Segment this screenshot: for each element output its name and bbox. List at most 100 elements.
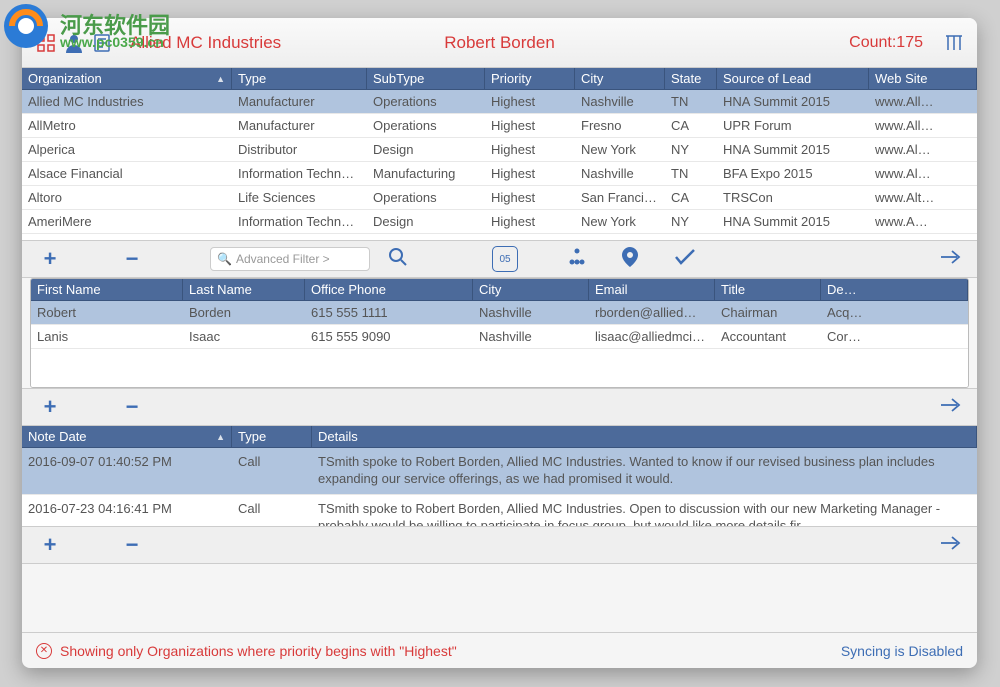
cell: www.Al… bbox=[869, 138, 977, 161]
filter-status-text: Showing only Organizations where priorit… bbox=[60, 643, 457, 659]
advanced-filter-input[interactable]: 🔍 Advanced Filter > bbox=[210, 247, 370, 271]
table-row[interactable]: 2016-09-07 01:40:52 PMCallTSmith spoke t… bbox=[22, 448, 977, 495]
cell: Alsace Financial bbox=[22, 162, 232, 185]
cell: Allied MC Industries bbox=[22, 90, 232, 113]
sort-asc-icon: ▲ bbox=[216, 74, 225, 84]
remove-button[interactable]: − bbox=[118, 246, 146, 272]
cell: BFA Expo 2015 bbox=[717, 162, 869, 185]
cell: Design bbox=[367, 138, 485, 161]
table-row[interactable]: Allied MC IndustriesManufacturerOperatio… bbox=[22, 90, 977, 114]
cell: Cor… bbox=[821, 325, 968, 348]
col-title[interactable]: Title bbox=[715, 279, 821, 300]
sort-asc-icon: ▲ bbox=[216, 432, 225, 442]
cell: CA bbox=[665, 186, 717, 209]
col-website[interactable]: Web Site bbox=[869, 68, 977, 89]
cell: Acq… bbox=[821, 301, 968, 324]
col-email[interactable]: Email bbox=[589, 279, 715, 300]
col-note-date[interactable]: Note Date▲ bbox=[22, 426, 232, 447]
note-details: TSmith spoke to Robert Borden, Allied MC… bbox=[312, 495, 977, 526]
cell: Highest bbox=[485, 210, 575, 233]
col-priority[interactable]: Priority bbox=[485, 68, 575, 89]
cell: www.A… bbox=[869, 210, 977, 233]
contacts-toolbar: + − 🔍 Advanced Filter > 05 bbox=[22, 240, 977, 278]
cell: www.All… bbox=[869, 114, 977, 137]
bottom-next-arrow-button[interactable] bbox=[939, 534, 963, 557]
cell: Highest bbox=[485, 90, 575, 113]
col-type[interactable]: Type bbox=[232, 68, 367, 89]
col-note-details[interactable]: Details bbox=[312, 426, 977, 447]
cell: Information Techn… bbox=[232, 210, 367, 233]
filter-placeholder: Advanced Filter > bbox=[236, 252, 330, 266]
col-last-name[interactable]: Last Name bbox=[183, 279, 305, 300]
table-row[interactable]: AllMetroManufacturerOperationsHighestFre… bbox=[22, 114, 977, 138]
sync-status-text[interactable]: Syncing is Disabled bbox=[841, 643, 963, 659]
cell: New York bbox=[575, 138, 665, 161]
col-note-type[interactable]: Type bbox=[232, 426, 312, 447]
columns-icon[interactable] bbox=[943, 32, 965, 54]
bottom-toolbar: + − bbox=[22, 526, 977, 564]
table-row[interactable]: LanisIsaac615 555 9090Nashvillelisaac@al… bbox=[31, 325, 968, 349]
note-type: Call bbox=[232, 495, 312, 526]
contacts-grid: First Name Last Name Office Phone City E… bbox=[30, 278, 969, 388]
cell: Nashville bbox=[473, 325, 589, 348]
search-button[interactable] bbox=[388, 247, 408, 272]
col-source[interactable]: Source of Lead bbox=[717, 68, 869, 89]
hierarchy-icon[interactable] bbox=[568, 248, 586, 271]
checkmark-icon[interactable] bbox=[674, 248, 696, 271]
next-arrow-button[interactable] bbox=[939, 248, 963, 271]
cell: www.All… bbox=[869, 90, 977, 113]
cell: Design bbox=[367, 210, 485, 233]
cell: Borden bbox=[183, 301, 305, 324]
col-office-phone[interactable]: Office Phone bbox=[305, 279, 473, 300]
cell: AmeriMere bbox=[22, 210, 232, 233]
add-button[interactable]: + bbox=[36, 246, 64, 272]
col-organization[interactable]: Organization▲ bbox=[22, 68, 232, 89]
cell: Chairman bbox=[715, 301, 821, 324]
note-details: TSmith spoke to Robert Borden, Allied MC… bbox=[312, 448, 977, 494]
table-row[interactable]: AlpericaDistributorDesignHighestNew York… bbox=[22, 138, 977, 162]
cell: NY bbox=[665, 210, 717, 233]
remove-bottom-button[interactable]: − bbox=[118, 532, 146, 558]
cell: Nashville bbox=[575, 162, 665, 185]
col-state[interactable]: State bbox=[665, 68, 717, 89]
cell: www.Alt… bbox=[869, 186, 977, 209]
app-window: Allied MC Industries Robert Borden Count… bbox=[22, 18, 977, 668]
note-date: 2016-09-07 01:40:52 PM bbox=[22, 448, 232, 494]
col-first-name[interactable]: First Name bbox=[31, 279, 183, 300]
cell: HNA Summit 2015 bbox=[717, 138, 869, 161]
notes-grid-body[interactable]: 2016-09-07 01:40:52 PMCallTSmith spoke t… bbox=[22, 448, 977, 526]
contacts-grid-body[interactable]: RobertBorden615 555 1111Nashvillerborden… bbox=[31, 301, 968, 387]
cell: Nashville bbox=[473, 301, 589, 324]
org-grid-body[interactable]: Allied MC IndustriesManufacturerOperatio… bbox=[22, 90, 977, 240]
cell: Highest bbox=[485, 114, 575, 137]
cell: Nashville bbox=[575, 90, 665, 113]
remove-note-button[interactable]: − bbox=[118, 394, 146, 420]
cell: Lanis bbox=[31, 325, 183, 348]
table-row[interactable]: RobertBorden615 555 1111Nashvillerborden… bbox=[31, 301, 968, 325]
table-row[interactable]: Alsace FinancialInformation Techn…Manufa… bbox=[22, 162, 977, 186]
cell: 615 555 9090 bbox=[305, 325, 473, 348]
add-note-button[interactable]: + bbox=[36, 394, 64, 420]
table-row[interactable]: AltoroLife SciencesOperationsHighestSan … bbox=[22, 186, 977, 210]
location-pin-icon[interactable] bbox=[622, 247, 638, 272]
col-city[interactable]: City bbox=[575, 68, 665, 89]
col-subtype[interactable]: SubType bbox=[367, 68, 485, 89]
status-bar: ✕ Showing only Organizations where prior… bbox=[22, 632, 977, 668]
table-row[interactable]: 2016-07-23 04:16:41 PMCallTSmith spoke t… bbox=[22, 495, 977, 526]
cell: HNA Summit 2015 bbox=[717, 210, 869, 233]
cell: TRSCon bbox=[717, 186, 869, 209]
cell: UPR Forum bbox=[717, 114, 869, 137]
table-row[interactable]: AmeriMereInformation Techn…DesignHighest… bbox=[22, 210, 977, 234]
col-contact-city[interactable]: City bbox=[473, 279, 589, 300]
cell: Information Techn… bbox=[232, 162, 367, 185]
add-bottom-button[interactable]: + bbox=[36, 532, 64, 558]
notes-grid: Note Date▲ Type Details 2016-09-07 01:40… bbox=[22, 426, 977, 526]
cell: www.Al… bbox=[869, 162, 977, 185]
notes-next-arrow-button[interactable] bbox=[939, 396, 963, 419]
calendar-day-badge[interactable]: 05 bbox=[492, 246, 518, 272]
clear-filter-icon[interactable]: ✕ bbox=[36, 643, 52, 659]
cell: Operations bbox=[367, 90, 485, 113]
col-dept[interactable]: De… bbox=[821, 279, 968, 300]
cell: Operations bbox=[367, 186, 485, 209]
cell: rborden@allied… bbox=[589, 301, 715, 324]
